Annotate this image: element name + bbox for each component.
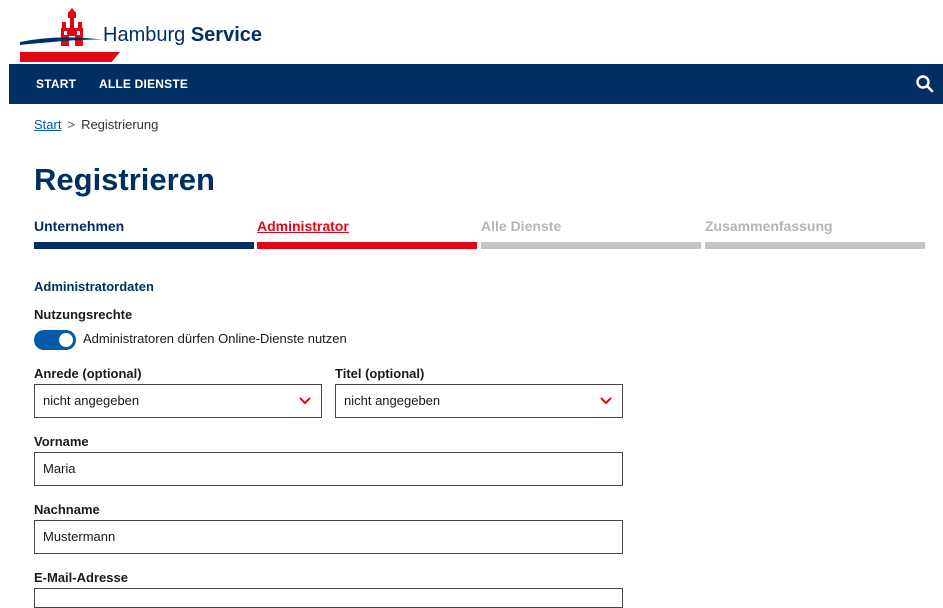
usage-rights-toggle[interactable] bbox=[34, 330, 76, 350]
title-select[interactable]: nicht angegeben bbox=[335, 384, 623, 418]
hamburg-service-logo[interactable]: Hamburg Service bbox=[20, 8, 262, 64]
step-label: Unternehmen bbox=[34, 218, 125, 234]
toggle-knob bbox=[59, 333, 73, 347]
header: Hamburg Service bbox=[0, 0, 943, 64]
email-label: E-Mail-Adresse bbox=[34, 570, 128, 585]
step-zusammenfassung: Zusammenfassung bbox=[705, 218, 925, 249]
step-label: Zusammenfassung bbox=[705, 218, 833, 234]
usage-rights-toggle-label: Administratoren dürfen Online-Dienste nu… bbox=[83, 331, 347, 346]
step-progress-bar bbox=[34, 242, 254, 249]
chevron-down-icon bbox=[299, 397, 311, 405]
brand-name-bold: Service bbox=[190, 24, 262, 46]
breadcrumb: Start > Registrierung bbox=[34, 117, 158, 132]
step-administrator[interactable]: Administrator bbox=[257, 218, 477, 249]
lastname-label: Nachname bbox=[34, 502, 100, 517]
page-title: Registrieren bbox=[34, 162, 215, 197]
step-label: Administrator bbox=[257, 218, 349, 234]
nav-item-start[interactable]: START bbox=[36, 77, 76, 91]
step-label: Alle Dienste bbox=[481, 218, 562, 234]
step-progress-bar bbox=[705, 242, 925, 249]
lastname-input[interactable]: Mustermann bbox=[34, 520, 623, 554]
title-label: Titel (optional) bbox=[335, 366, 425, 381]
main-nav: START ALLE DIENSTE bbox=[9, 64, 943, 104]
step-progress-bar bbox=[481, 242, 701, 249]
salutation-label: Anrede (optional) bbox=[34, 366, 142, 381]
section-title: Administratordaten bbox=[34, 279, 154, 294]
firstname-input[interactable]: Maria bbox=[34, 452, 623, 486]
usage-rights-label: Nutzungsrechte bbox=[34, 307, 133, 322]
salutation-select[interactable]: nicht angegeben bbox=[34, 384, 322, 418]
search-icon[interactable] bbox=[915, 74, 935, 94]
step-progress-bar bbox=[257, 242, 477, 249]
email-input[interactable] bbox=[34, 588, 623, 608]
breadcrumb-separator: > bbox=[67, 117, 76, 132]
salutation-select-value: nicht angegeben bbox=[43, 393, 140, 408]
brand-name-regular: Hamburg bbox=[103, 24, 186, 46]
nav-item-alle-dienste[interactable]: ALLE DIENSTE bbox=[99, 77, 188, 91]
title-select-value: nicht angegeben bbox=[344, 393, 441, 408]
firstname-label: Vorname bbox=[34, 434, 89, 449]
breadcrumb-home-link[interactable]: Start bbox=[34, 117, 61, 132]
step-unternehmen[interactable]: Unternehmen bbox=[34, 218, 254, 249]
breadcrumb-current: Registrierung bbox=[81, 117, 159, 132]
chevron-down-icon bbox=[600, 397, 612, 405]
step-alle-dienste: Alle Dienste bbox=[481, 218, 701, 249]
brand-name: Hamburg Service bbox=[103, 24, 262, 47]
